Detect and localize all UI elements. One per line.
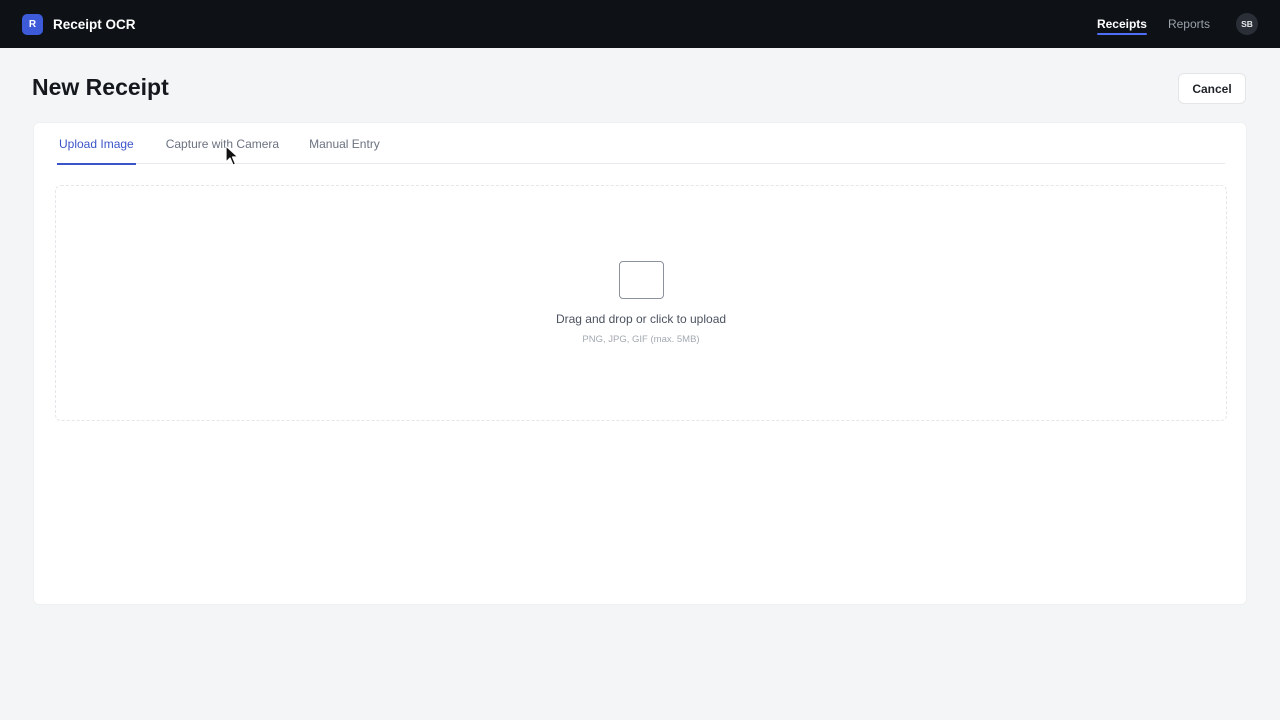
nav-link-reports[interactable]: Reports	[1168, 0, 1210, 48]
user-avatar[interactable]: SB	[1236, 13, 1258, 35]
image-placeholder-icon	[619, 261, 664, 299]
upload-file-hint: PNG, JPG, GIF (max. 5MB)	[582, 334, 700, 345]
top-navbar: R Receipt OCR Receipts Reports SB	[0, 0, 1280, 48]
receipt-form-card: Upload Image Capture with Camera Manual …	[33, 122, 1247, 605]
tab-manual-entry[interactable]: Manual Entry	[309, 123, 380, 164]
page-title: New Receipt	[32, 74, 169, 100]
main-nav: Receipts Reports SB	[1076, 0, 1258, 48]
app-name: Receipt OCR	[53, 16, 136, 32]
tab-upload-image[interactable]: Upload Image	[57, 123, 136, 165]
tab-capture-with-camera[interactable]: Capture with Camera	[166, 123, 279, 164]
input-method-tabs: Upload Image Capture with Camera Manual …	[57, 123, 1225, 165]
app-logo-icon: R	[22, 13, 43, 35]
nav-link-receipts[interactable]: Receipts	[1096, 0, 1147, 48]
brand[interactable]: R Receipt OCR	[22, 13, 136, 35]
cancel-button[interactable]: Cancel	[1178, 73, 1246, 104]
upload-prompt: Drag and drop or click to upload	[555, 312, 727, 326]
upload-dropzone[interactable]: Drag and drop or click to upload PNG, JP…	[55, 185, 1227, 421]
